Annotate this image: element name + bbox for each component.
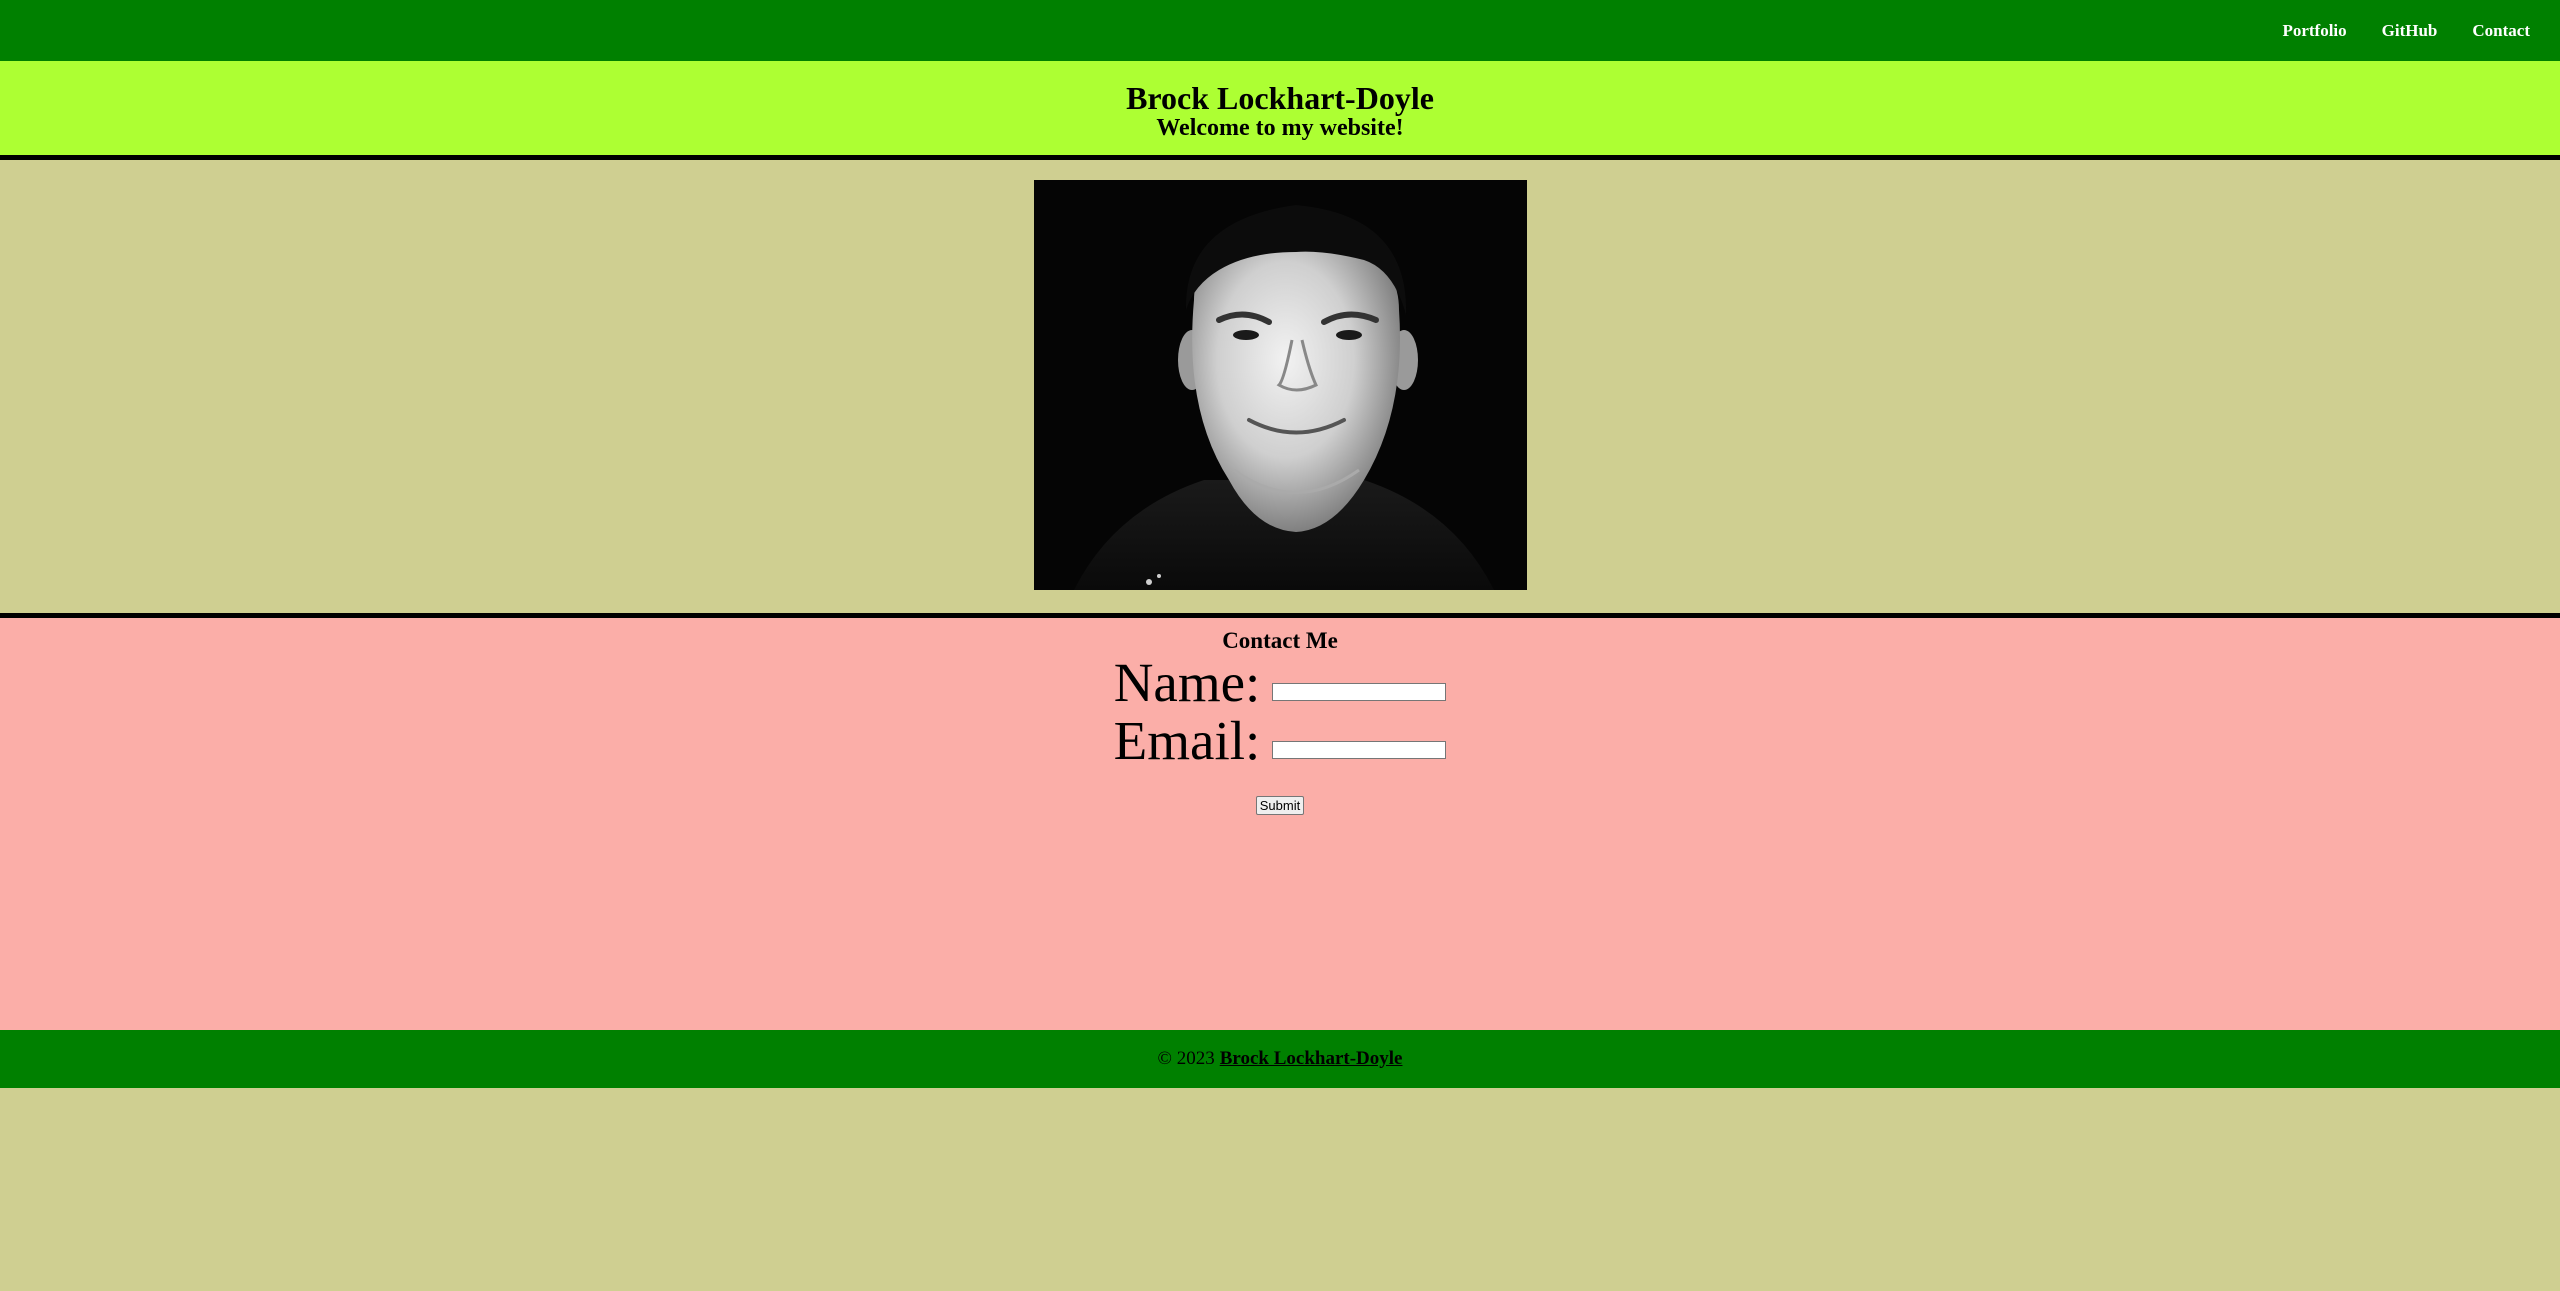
contact-section: Contact Me Name: Email: Submit — [0, 618, 2560, 1030]
submit-button[interactable]: Submit — [1255, 796, 1305, 815]
submit-row: Submit — [0, 796, 2560, 815]
email-input[interactable] — [1272, 741, 1447, 759]
site-footer: © 2023 Brock Lockhart-Doyle — [0, 1030, 2560, 1088]
photo-section — [0, 160, 2560, 618]
nav-link-portfolio[interactable]: Portfolio — [2282, 21, 2346, 41]
name-label: Name: — [1113, 652, 1261, 713]
nav-link-contact[interactable]: Contact — [2472, 21, 2530, 41]
author-link[interactable]: Brock Lockhart-Doyle — [1220, 1048, 1403, 1070]
site-header: Brock Lockhart-Doyle Welcome to my websi… — [0, 61, 2560, 160]
email-label: Email: — [1113, 710, 1261, 771]
nav-links: Portfolio GitHub Contact — [2247, 0, 2530, 61]
nav-link-github[interactable]: GitHub — [2382, 21, 2438, 41]
copyright-text: © 2023 — [1157, 1048, 1215, 1069]
top-navbar: Portfolio GitHub Contact — [0, 0, 2560, 61]
profile-photo — [1034, 180, 1527, 590]
email-row: Email: — [0, 712, 2560, 770]
site-title: Brock Lockhart-Doyle — [1126, 80, 1434, 116]
portrait-image — [1034, 180, 1527, 590]
site-subtitle: Welcome to my website! — [1156, 115, 1404, 141]
contact-heading: Contact Me — [1222, 628, 1338, 653]
name-row: Name: — [0, 654, 2560, 712]
name-input[interactable] — [1272, 683, 1447, 701]
